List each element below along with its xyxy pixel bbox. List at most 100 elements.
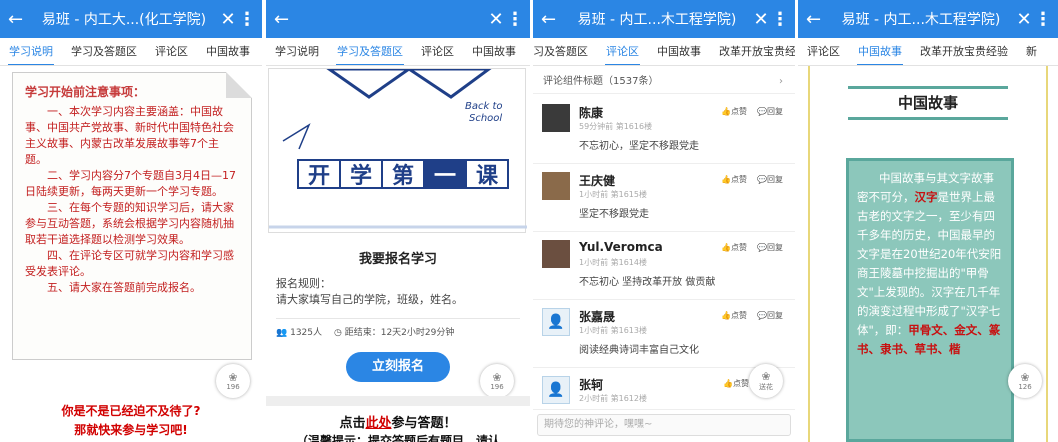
enroll-count: 👥 1325人 — [276, 328, 322, 338]
answer-link[interactable]: 此处 — [365, 416, 391, 431]
default-avatar-icon[interactable]: 👤 — [542, 308, 570, 336]
story-title: 中国故事 — [848, 86, 1008, 120]
phone-comments: ← 易班 - 内工...木工程学院) ✕ ⋮ 习及答题区 评论区 中国故事 改革… — [533, 0, 795, 442]
reply-icon: 💬 — [757, 175, 767, 184]
comment-time: 1小时前 第1615楼 — [579, 190, 647, 199]
reply-button[interactable]: 💬回复 — [757, 106, 783, 117]
comment-actions: 👍点赞 💬回复 — [721, 106, 783, 117]
back-arrow-icon[interactable]: ← — [8, 9, 30, 30]
like-float-button[interactable]: ❀ 196 — [480, 364, 514, 398]
tab-china-story[interactable]: 中国故事 — [197, 38, 259, 65]
app-title: 易班 - 内工...木工程学院) — [577, 12, 737, 28]
tab-comments[interactable]: 评论区 — [597, 38, 648, 65]
more-menu-icon[interactable]: ⋮ — [771, 9, 789, 30]
reply-button[interactable]: 💬回复 — [757, 310, 783, 321]
chevron-right-icon[interactable]: › — [779, 70, 783, 94]
thumb-up-icon: 👍 — [721, 311, 732, 320]
more-menu-icon[interactable]: ⋮ — [1034, 9, 1052, 30]
banner-char: 开 — [297, 159, 341, 189]
comment-time: 2小时前 第1612楼 — [579, 394, 647, 403]
tab-study-instructions[interactable]: 学习说明 — [0, 38, 62, 65]
app-header: ← 易班 - 内工...木工程学院) ✕ ⋮ — [533, 0, 795, 38]
like-button[interactable]: 👍点赞 — [721, 242, 747, 253]
reply-icon: 💬 — [757, 311, 767, 320]
tab-new[interactable]: 新 — [1017, 38, 1046, 65]
story-text-box: 中国故事与其文字故事密不可分，汉字是世界上最古老的文字之一，至少有四千多年的历史… — [846, 158, 1014, 442]
like-float-button[interactable]: ❀ 126 — [1008, 364, 1042, 398]
comment-time: 59分钟前 第1616楼 — [579, 122, 653, 131]
thumb-up-icon: 👍 — [721, 243, 732, 252]
screenshot-collage: ← 易班 - 内工大...(化工学院) ✕ ⋮ 学习说明 学习及答题区 评论区 … — [0, 0, 1058, 442]
close-icon[interactable]: ✕ — [218, 9, 238, 30]
send-flower-button[interactable]: ❀ 送花 — [749, 364, 783, 398]
reply-button[interactable]: 💬回复 — [757, 242, 783, 253]
banner-char: 课 — [465, 159, 509, 189]
back-arrow-icon[interactable]: ← — [541, 9, 563, 30]
close-icon[interactable]: ✕ — [751, 9, 771, 30]
comment-item: Yul.Veromca 1小时前 第1614楼 不忘初心 坚持改革开放 做贡献 … — [533, 232, 795, 300]
comment-item: 王庆健 1小时前 第1615楼 坚定不移跟党走 👍点赞 💬回复 — [533, 164, 795, 232]
deadline: ◷ 距结束：12天2小时29分钟 — [334, 328, 455, 338]
like-button[interactable]: 👍点赞 — [721, 174, 747, 185]
comment-author[interactable]: 陈康 — [579, 104, 603, 121]
notice-paragraph: 五、请大家在答题前完成报名。 — [47, 281, 201, 294]
tab-study-answer[interactable]: 习及答题区 — [533, 38, 597, 65]
tab-china-story[interactable]: 中国故事 — [648, 38, 710, 65]
comment-text: 不忘初心，坚定不移跟党走 — [579, 141, 699, 152]
first-lesson-banner: Back to School 开 学 第 一 课 — [268, 67, 527, 233]
answer-heading: 点击此处参与答题！ — [339, 416, 457, 431]
tab-reform-experience[interactable]: 改革开放宝贵经 — [710, 38, 795, 65]
banner-char: 学 — [339, 159, 383, 189]
notice-card: 学习开始前注意事项： 一、本次学习内容主要涵盖：中国故事、中国共产党故事、新时代… — [12, 72, 252, 360]
comment-author[interactable]: 张轲 — [579, 376, 603, 393]
back-arrow-icon[interactable]: ← — [806, 9, 828, 30]
comment-input[interactable]: 期待您的神评论，嘿嘿~ — [537, 414, 791, 436]
tab-comments[interactable]: 评论区 — [412, 38, 463, 65]
back-arrow-icon[interactable]: ← — [274, 9, 296, 30]
comment-author[interactable]: 王庆健 — [579, 172, 615, 189]
like-count: 196 — [490, 382, 504, 391]
comment-text: 阅读经典诗词丰富自己文化 — [579, 345, 699, 356]
tab-study-instructions[interactable]: 学习说明 — [266, 38, 328, 65]
close-icon[interactable]: ✕ — [486, 9, 506, 30]
like-button[interactable]: 👍点赞 — [723, 378, 749, 389]
comment-author[interactable]: 张嘉晟 — [579, 308, 615, 325]
avatar[interactable] — [542, 240, 570, 268]
like-float-button[interactable]: ❀ 196 — [216, 364, 250, 398]
enroll-button[interactable]: 立刻报名 — [346, 352, 450, 382]
tab-bar: 学习说明 学习及答题区 评论区 中国故事 — [0, 38, 262, 66]
comment-author[interactable]: Yul.Veromca — [579, 240, 663, 254]
comment-actions: 👍点赞 💬回复 — [721, 174, 783, 185]
app-header: ← 易班 - 内工...木工程学院) ✕ ⋮ — [798, 0, 1058, 38]
enroll-rule: 报名规则： 请大家填写自己的学院，班级，姓名。 — [276, 276, 463, 308]
tab-china-story[interactable]: 中国故事 — [849, 38, 911, 65]
tab-comments[interactable]: 评论区 — [798, 38, 849, 65]
like-button[interactable]: 👍点赞 — [721, 310, 747, 321]
banner-char: 第 — [381, 159, 425, 189]
tab-study-answer[interactable]: 学习及答题区 — [328, 38, 412, 65]
svg-text:School: School — [469, 113, 502, 124]
avatar[interactable] — [542, 172, 570, 200]
thumb-up-icon: 👍 — [723, 379, 733, 388]
thumb-up-icon: 👍 — [721, 107, 732, 116]
rule-label: 报名规则： — [276, 277, 331, 290]
tab-study-answer[interactable]: 学习及答题区 — [62, 38, 146, 65]
rule-text: 请大家填写自己的学院，班级，姓名。 — [276, 293, 463, 306]
comment-item: 👤 张嘉晟 1小时前 第1613楼 阅读经典诗词丰富自己文化 👍点赞 💬回复 — [533, 300, 795, 368]
tab-reform-experience[interactable]: 改革开放宝贵经验 — [911, 38, 1017, 65]
reply-button[interactable]: 💬回复 — [757, 174, 783, 185]
notice-paragraph: 四、在评论专区可就学习内容和学习感受发表评论。 — [25, 249, 234, 278]
banner-decoration: Back to School — [269, 67, 527, 229]
tab-comments[interactable]: 评论区 — [146, 38, 197, 65]
thumb-up-icon: 👍 — [721, 175, 732, 184]
reply-icon: 💬 — [757, 243, 767, 252]
default-avatar-icon[interactable]: 👤 — [542, 376, 570, 404]
like-button[interactable]: 👍点赞 — [721, 106, 747, 117]
close-icon[interactable]: ✕ — [1014, 9, 1034, 30]
comment-actions: 👍点赞 — [723, 378, 749, 389]
more-menu-icon[interactable]: ⋮ — [506, 9, 524, 30]
avatar[interactable] — [542, 104, 570, 132]
notice-heading: 学习开始前注意事项： — [25, 85, 146, 99]
tab-china-story[interactable]: 中国故事 — [463, 38, 525, 65]
more-menu-icon[interactable]: ⋮ — [238, 9, 256, 30]
